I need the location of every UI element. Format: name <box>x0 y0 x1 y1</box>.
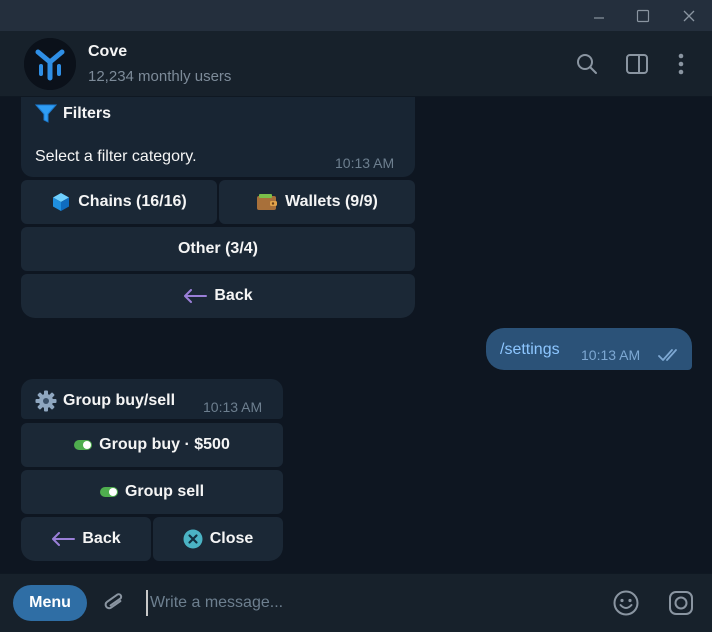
group-sell-button[interactable]: Group sell <box>21 470 283 514</box>
filters-title: Filters <box>63 105 112 122</box>
sidebar-toggle-icon[interactable] <box>624 51 650 77</box>
more-options-icon[interactable] <box>668 51 694 77</box>
wallets-button[interactable]: Wallets (9/9) <box>219 180 415 224</box>
filters-back-button[interactable]: Back <box>21 274 415 318</box>
other-button[interactable]: Other (3/4) <box>21 227 415 271</box>
close-window-icon[interactable] <box>666 0 712 31</box>
minimize-icon[interactable] <box>576 0 622 31</box>
filter-funnel-icon <box>35 104 57 123</box>
filters-time: 10:13 AM <box>335 155 395 171</box>
group-back-button[interactable]: Back <box>21 517 151 561</box>
double-check-icon <box>658 349 677 361</box>
chat-history[interactable]: Filters Select a filter category. 10:13 … <box>0 97 712 573</box>
group-buysell-message: Group buy/sell 10:13 AM <box>21 379 283 419</box>
avatar[interactable] <box>24 38 76 90</box>
gear-icon <box>35 390 57 412</box>
cove-logo-icon <box>24 38 76 90</box>
message-composer: Menu <box>0 573 712 632</box>
settings-command-message: /settings 10:13 AM <box>486 328 692 370</box>
attach-icon[interactable] <box>99 588 129 618</box>
search-icon[interactable] <box>574 51 600 77</box>
chat-header: Cove 12,234 monthly users <box>0 31 712 97</box>
settings-command-text[interactable]: /settings <box>500 341 560 359</box>
chains-button[interactable]: Chains (16/16) <box>21 180 217 224</box>
back-arrow-icon <box>52 532 76 546</box>
menu-button[interactable]: Menu <box>13 585 87 621</box>
close-x-icon <box>183 529 203 549</box>
group-buysell-title: Group buy/sell <box>63 392 176 409</box>
emoji-icon[interactable] <box>611 588 641 618</box>
chat-subtitle: 12,234 monthly users <box>88 68 232 85</box>
group-buy-button[interactable]: Group buy · $500 <box>21 423 283 467</box>
toggle-on-icon <box>74 440 93 450</box>
cube-icon <box>53 193 70 211</box>
chat-title[interactable]: Cove <box>88 43 127 61</box>
group-close-button[interactable]: Close <box>153 517 283 561</box>
filters-message: Filters Select a filter category. 10:13 … <box>21 97 415 177</box>
camera-icon[interactable] <box>666 588 696 618</box>
message-input[interactable] <box>146 590 586 616</box>
filters-text: Select a filter category. <box>35 148 197 165</box>
window-titlebar <box>0 0 712 31</box>
group-buysell-time: 10:13 AM <box>203 399 263 415</box>
wallet-icon <box>257 194 278 210</box>
toggle-on-icon <box>99 487 118 497</box>
maximize-icon[interactable] <box>620 0 666 31</box>
back-arrow-icon <box>184 289 208 303</box>
settings-time: 10:13 AM <box>581 347 641 363</box>
